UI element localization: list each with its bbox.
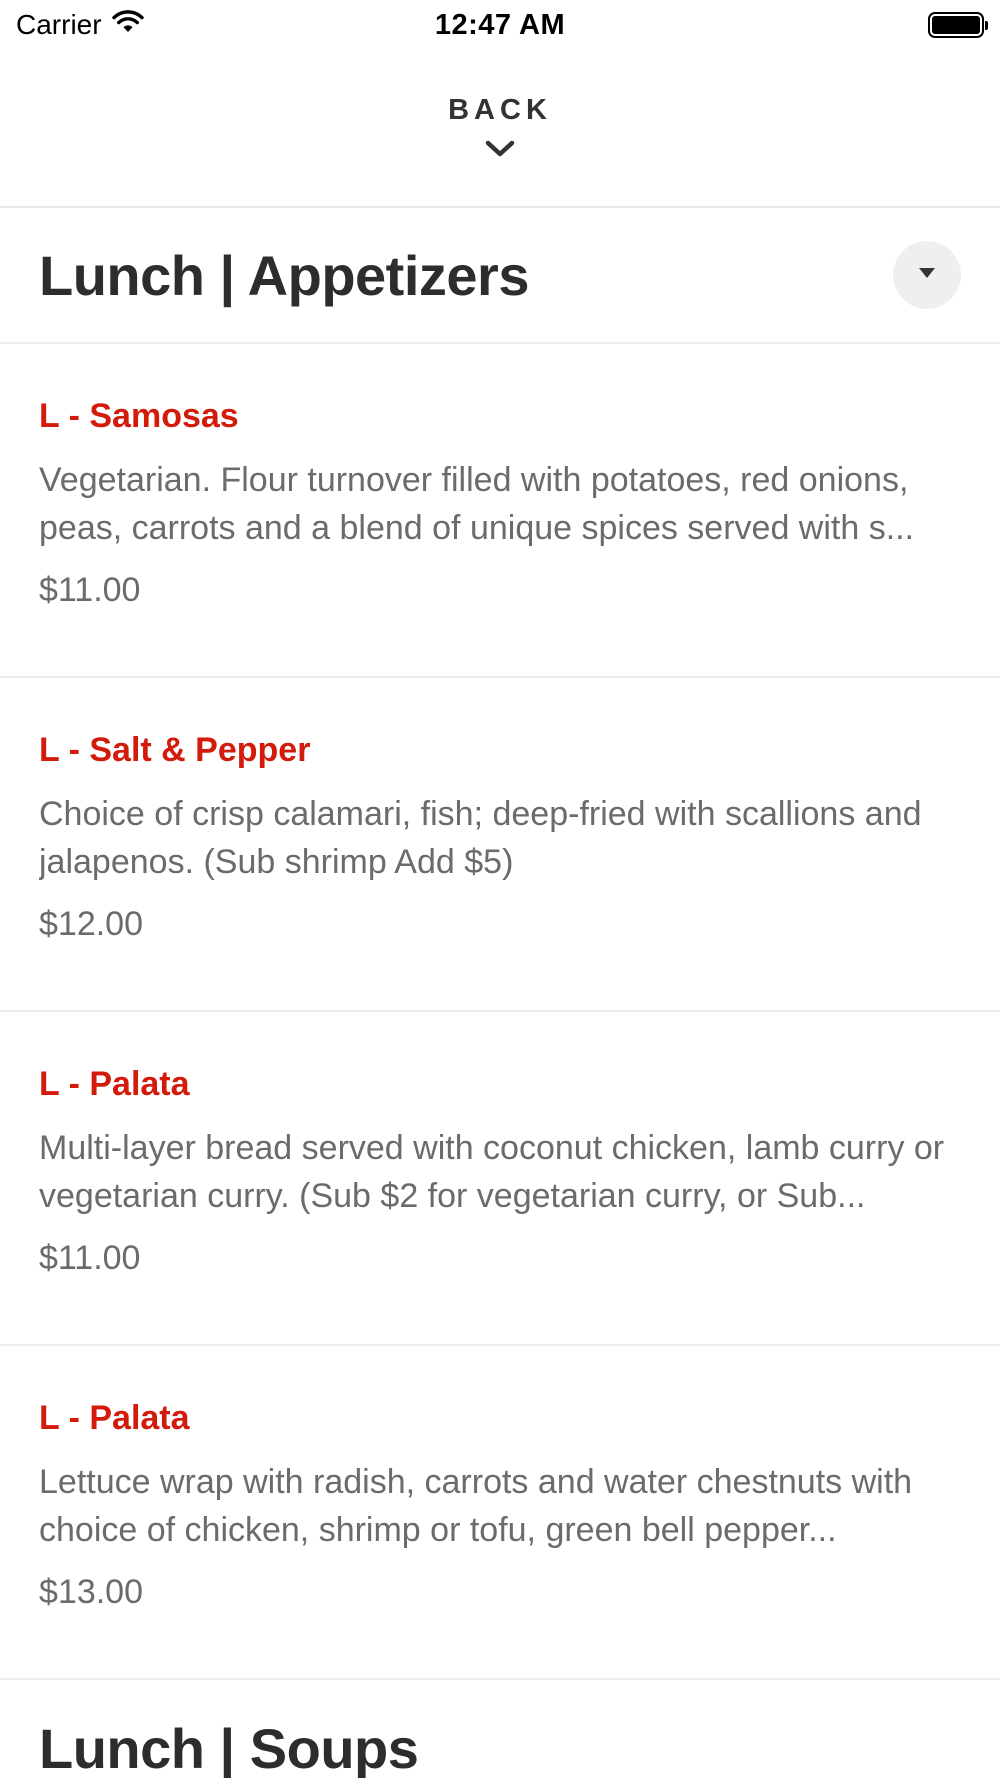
chevron-down-icon [485,139,515,164]
status-left: Carrier [16,9,316,41]
carrier-label: Carrier [16,9,102,40]
battery-fill [931,16,980,34]
section-header-soups: Lunch | Soups [0,1680,1000,1778]
item-name: L - Palata [39,1065,190,1103]
section-title: Lunch | Appetizers [39,243,529,307]
item-description: Vegetarian. Flour turnover filled with p… [39,461,915,547]
menu-item[interactable]: L - Palata Lettuce wrap with radish, car… [0,1346,1000,1680]
menu-item[interactable]: L - Palata Multi-layer bread served with… [0,1012,1000,1346]
screen: Carrier 12:47 AM BACK Lunch | Appetizers… [0,0,1000,1778]
caret-down-icon [918,266,936,284]
item-price: $13.00 [39,1573,143,1611]
wifi-icon [111,9,144,41]
item-name: L - Salt & Pepper [39,731,311,769]
section-title: Lunch | Soups [39,1716,419,1778]
item-description: Lettuce wrap with radish, carrots and wa… [39,1463,913,1549]
section-collapse-button[interactable] [893,241,961,309]
back-button[interactable]: BACK [0,50,1000,208]
item-name: L - Samosas [39,397,239,435]
item-price: $12.00 [39,905,143,943]
battery-icon [927,12,988,38]
menu-item[interactable]: L - Samosas Vegetarian. Flour turnover f… [0,344,1000,678]
status-right [684,12,988,38]
back-label: BACK [448,94,552,126]
item-name: L - Palata [39,1399,190,1437]
menu-item[interactable]: L - Salt & Pepper Choice of crisp calama… [0,678,1000,1012]
item-price: $11.00 [39,571,141,609]
section-header-appetizers: Lunch | Appetizers [0,208,1000,344]
status-bar: Carrier 12:47 AM [0,0,1000,50]
item-description: Choice of crisp calamari, fish; deep-fri… [39,795,922,881]
status-time: 12:47 AM [434,8,566,41]
item-price: $11.00 [39,1239,141,1277]
item-description: Multi-layer bread served with coconut ch… [39,1129,945,1215]
